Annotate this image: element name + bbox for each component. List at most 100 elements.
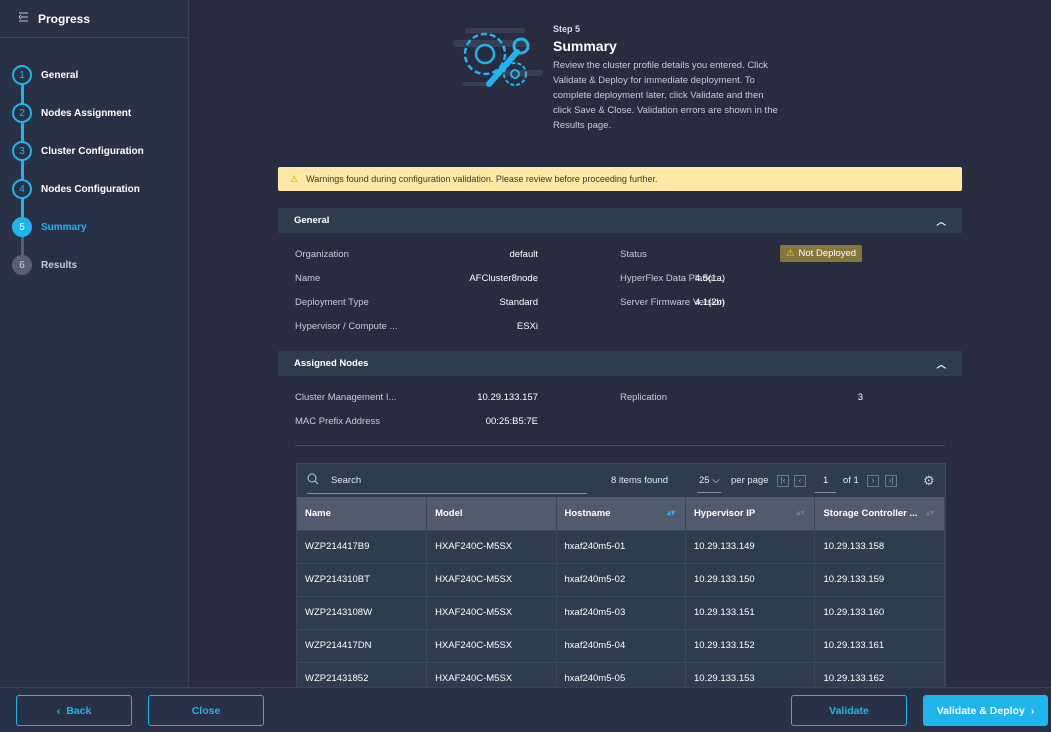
field-value: 10.29.133.157 — [477, 392, 538, 403]
column-header-2[interactable]: Hostname ▴▾ — [556, 497, 686, 530]
next-page-button[interactable]: › — [867, 474, 879, 487]
table-row[interactable]: WZP214417DN HXAF240C-M5SX hxaf240m5-04 10.2… — [297, 628, 945, 662]
page-input[interactable]: 1 — [815, 469, 837, 493]
table-row[interactable]: WZP214417B9 HXAF240C-M5SX hxaf240m5-01 10.2… — [297, 529, 945, 563]
table-cell: hxaf240m5-03 — [556, 595, 686, 629]
chevron-up-icon[interactable]: ︿ — [936, 357, 946, 371]
table-cell: 10.29.133.151 — [685, 595, 816, 629]
field-label: Name — [295, 273, 321, 284]
replication-value: 3 — [857, 392, 863, 403]
table-cell: hxaf240m5-01 — [556, 529, 686, 563]
status-value: Not Deployed — [798, 248, 857, 259]
search-icon — [307, 473, 319, 488]
status-label: Status — [620, 249, 647, 260]
table-cell: HXAF240C-M5SX — [426, 628, 557, 662]
step-number: Step 5 — [553, 24, 581, 34]
table-cell: 10.29.133.150 — [685, 562, 816, 596]
field-label: MAC Prefix Address — [295, 416, 380, 427]
table-cell: 10.29.133.159 — [814, 562, 945, 596]
sort-icon[interactable]: ▴▾ — [667, 508, 675, 517]
step-label: Summary — [41, 221, 87, 233]
table-cell: 10.29.133.152 — [685, 628, 816, 662]
nodes-table: Search 8 items found 25 ⌵ per page |‹ ‹ … — [296, 463, 946, 696]
table-cell: HXAF240C-M5SX — [426, 562, 557, 596]
table-cell: hxaf240m5-04 — [556, 628, 686, 662]
back-button[interactable]: ‹ Back — [16, 695, 132, 726]
field-value: Standard — [499, 297, 538, 308]
sidebar-step-general[interactable]: 1 General — [0, 56, 188, 94]
sidebar-step-summary[interactable]: 5 Summary — [0, 208, 188, 246]
close-button[interactable]: Close — [148, 695, 264, 726]
warning-text: Warnings found during configuration vali… — [306, 174, 658, 184]
sidebar-step-nodes-configuration[interactable]: 4 Nodes Configuration — [0, 170, 188, 208]
collapse-menu-icon[interactable] — [16, 12, 28, 25]
step-label: Nodes Configuration — [41, 183, 140, 195]
chevron-left-icon: ‹ — [56, 704, 61, 717]
field-value: 4.5(1a) — [694, 273, 725, 284]
table-cell: 10.29.133.149 — [685, 529, 816, 563]
section-title: General — [294, 215, 330, 226]
field-label: Cluster Management I... — [295, 392, 397, 403]
step-number-circle: 6 — [12, 255, 32, 275]
field-label: Organization — [295, 249, 349, 260]
divider — [295, 445, 945, 446]
chevron-up-icon[interactable]: ︿ — [936, 214, 946, 228]
column-header-3[interactable]: Hypervisor IP ▴▾ — [685, 497, 816, 530]
table-toolbar: Search 8 items found 25 ⌵ per page |‹ ‹ … — [297, 464, 945, 497]
step-number-circle: 2 — [12, 103, 32, 123]
warning-icon: ⚠ — [290, 173, 299, 184]
field-value: AFCluster8node — [469, 273, 538, 284]
step-number-circle: 4 — [12, 179, 32, 199]
sort-icon[interactable]: ▴▾ — [926, 508, 934, 517]
column-header-1[interactable]: Model — [426, 497, 557, 530]
validate-button[interactable]: Validate — [791, 695, 907, 726]
step-number-circle: 5 — [12, 217, 32, 237]
replication-label: Replication — [620, 392, 667, 403]
table-cell: 10.29.133.158 — [814, 529, 945, 563]
sidebar-title: Progress — [38, 11, 91, 26]
field-value: default — [509, 249, 538, 260]
field-label: Deployment Type — [295, 297, 369, 308]
warning-icon: ⚠ — [786, 248, 795, 259]
table-cell: 10.29.133.161 — [814, 628, 945, 662]
general-section-header[interactable]: General ︿ — [278, 208, 962, 233]
sort-icon[interactable]: ▴▾ — [796, 508, 804, 517]
column-header-4[interactable]: Storage Controller ... ▴▾ — [814, 497, 945, 530]
sidebar-step-results[interactable]: 6 Results — [0, 246, 188, 284]
search-input[interactable]: Search — [307, 468, 587, 494]
field-value: 4.1(2b) — [694, 297, 725, 308]
step-label: Nodes Assignment — [41, 107, 132, 119]
status-badge: ⚠ Not Deployed — [780, 245, 863, 262]
validation-warning-banner: ⚠ Warnings found during configuration va… — [278, 167, 962, 191]
sidebar-step-nodes-assignment[interactable]: 2 Nodes Assignment — [0, 94, 188, 132]
assigned-nodes-section-header[interactable]: Assigned Nodes ︿ — [278, 351, 962, 376]
footer-bar: ‹ Back Close Validate Validate & Deploy › — [0, 687, 1051, 732]
per-page-select[interactable]: 25 ⌵ — [697, 469, 722, 493]
table-cell: 10.29.133.160 — [814, 595, 945, 629]
table-row[interactable]: WZP2143108W HXAF240C-M5SX hxaf240m5-03 10.2… — [297, 595, 945, 629]
field-value: ESXi — [516, 321, 538, 332]
column-header-0[interactable]: Name — [297, 497, 428, 530]
sidebar-step-cluster-configuration[interactable]: 3 Cluster Configuration — [0, 132, 188, 170]
prev-page-button[interactable]: ‹ — [794, 474, 806, 487]
search-placeholder: Search — [331, 474, 362, 486]
table-cell: WZP214417DN — [297, 628, 428, 662]
table-cell: WZP2143108W — [297, 595, 428, 629]
step-label: Results — [41, 259, 78, 271]
items-found: 8 items found — [611, 475, 669, 486]
table-cell: HXAF240C-M5SX — [426, 595, 557, 629]
per-page-label: per page — [731, 475, 769, 486]
step-number-circle: 3 — [12, 141, 32, 161]
step-number-circle: 1 — [12, 65, 32, 85]
page-title: Summary — [553, 38, 617, 54]
table-cell: hxaf240m5-02 — [556, 562, 686, 596]
page-description: Review the cluster profile details you e… — [553, 60, 778, 131]
chevron-right-icon: › — [1030, 704, 1035, 717]
first-page-button[interactable]: |‹ — [777, 474, 789, 487]
validate-deploy-button[interactable]: Validate & Deploy › — [923, 695, 1048, 726]
gear-icon[interactable]: ⚙ — [923, 473, 935, 489]
last-page-button[interactable]: ›| — [885, 474, 897, 487]
table-cell: HXAF240C-M5SX — [426, 529, 557, 563]
settings-wrench-illustration-icon — [453, 28, 543, 87]
table-row[interactable]: WZP214310BT HXAF240C-M5SX hxaf240m5-02 10.2… — [297, 562, 945, 596]
